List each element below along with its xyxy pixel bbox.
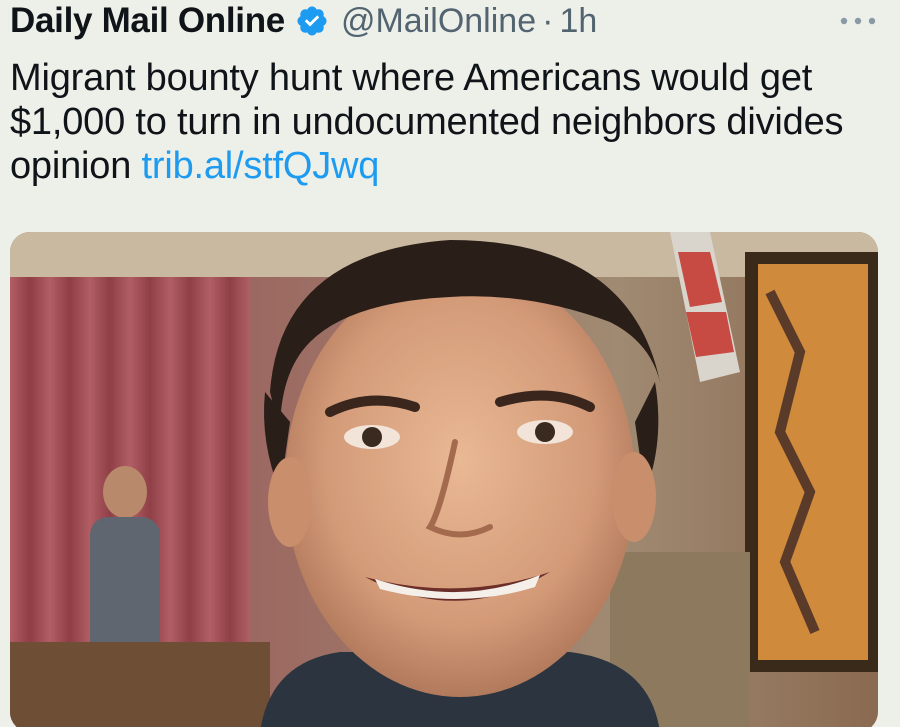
tweet-photo[interactable] (10, 232, 878, 727)
tweet-link[interactable]: trib.al/stfQJwq (142, 145, 380, 187)
display-name[interactable]: Daily Mail Online (10, 1, 285, 41)
timestamp[interactable]: 1h (559, 2, 597, 41)
photo-thumbnail-icon (10, 232, 878, 727)
more-options-icon[interactable] (836, 8, 880, 34)
separator-dot: · (542, 1, 554, 40)
tweet-text: Migrant bounty hunt where Americans woul… (10, 56, 890, 188)
tweet-text-content: Migrant bounty hunt where Americans woul… (10, 57, 844, 187)
user-handle[interactable]: @MailOnline (341, 2, 536, 41)
tweet-card[interactable]: Daily Mail Online @MailOnline · 1h Migra… (0, 0, 900, 727)
verified-badge-icon[interactable] (295, 4, 329, 38)
tweet-header: Daily Mail Online @MailOnline · 1h (10, 0, 597, 42)
